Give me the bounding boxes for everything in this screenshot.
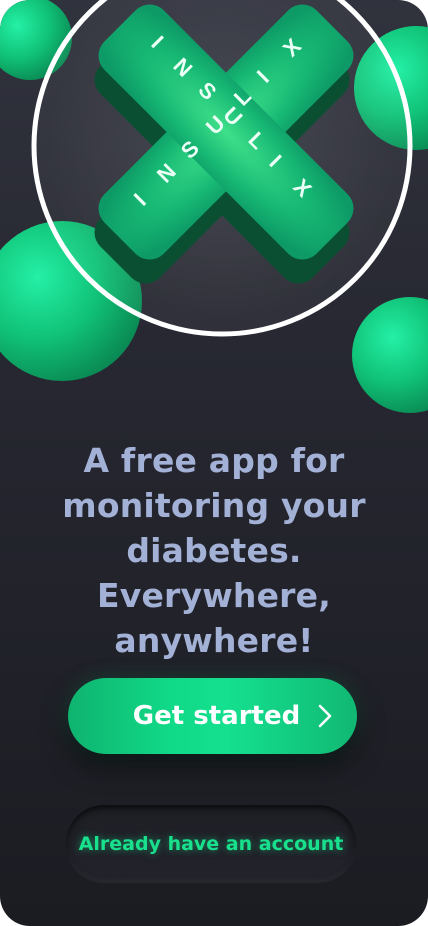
get-started-label: Get started <box>132 701 301 731</box>
decor-orb <box>352 297 428 413</box>
headline: A free app for monitoring your diabetes.… <box>62 441 366 660</box>
hero-illustration: I N S U L I X I N S U L I X <box>0 0 428 413</box>
already-have-account-button[interactable]: Already have an account <box>66 805 356 882</box>
get-started-button[interactable]: Get started <box>68 678 357 754</box>
chevron-right-icon <box>318 704 332 728</box>
onboarding-screen: I N S U L I X I N S U L I X A free app f… <box>0 0 428 926</box>
